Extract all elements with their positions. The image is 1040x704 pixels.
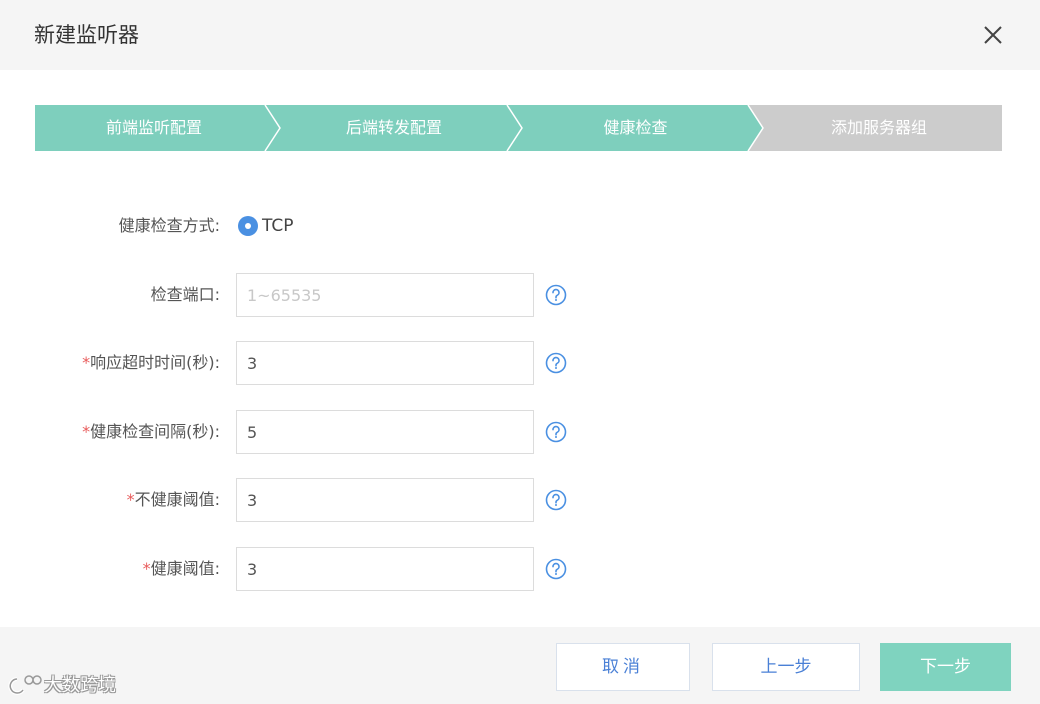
required-mark: * xyxy=(82,353,91,372)
step-health-check: 健康检查 xyxy=(603,118,668,137)
check-port-label: 检查端口: xyxy=(150,285,220,304)
question-circle-icon xyxy=(545,558,567,580)
row-response-timeout: *响应超时时间(秒): xyxy=(0,341,1040,385)
check-interval-label: *健康检查间隔(秒): xyxy=(82,410,220,454)
step-add-server-group: 添加服务器组 xyxy=(830,118,927,137)
close-button[interactable] xyxy=(978,20,1008,50)
healthy-threshold-input[interactable] xyxy=(236,547,534,591)
previous-step-button[interactable]: 上一步 xyxy=(712,643,860,691)
help-button-check-interval[interactable] xyxy=(545,421,567,443)
watermark-logo-icon xyxy=(8,675,42,695)
healthy-threshold-label-text: 健康阈值: xyxy=(150,559,220,578)
help-button-unhealthy-threshold[interactable] xyxy=(545,489,567,511)
dialog-title: 新建监听器 xyxy=(34,23,139,47)
question-circle-icon xyxy=(545,284,567,306)
required-mark: * xyxy=(82,422,91,441)
close-icon xyxy=(984,26,1002,44)
step-progress-bar: 前端监听配置 后端转发配置 健康检查 添加服务器组 xyxy=(35,105,1002,151)
check-interval-label-text: 健康检查间隔(秒): xyxy=(90,422,220,441)
unhealthy-threshold-label: *不健康阈值: xyxy=(127,478,220,522)
tcp-radio[interactable]: TCP xyxy=(238,204,294,248)
check-method-label: 健康检查方式: xyxy=(118,216,220,235)
tcp-radio-label: TCP xyxy=(262,216,294,236)
response-timeout-label-text: 响应超时时间(秒): xyxy=(90,353,220,372)
step-frontend-listener: 前端监听配置 xyxy=(105,118,202,137)
row-check-interval: *健康检查间隔(秒): xyxy=(0,410,1040,454)
row-check-method: 健康检查方式: TCP xyxy=(0,204,1040,248)
unhealthy-threshold-input[interactable] xyxy=(236,478,534,522)
step-backend-forward: 后端转发配置 xyxy=(345,118,442,137)
help-button-healthy-threshold[interactable] xyxy=(545,558,567,580)
watermark-text: 大数跨境 xyxy=(44,675,116,696)
response-timeout-input[interactable] xyxy=(236,341,534,385)
help-button-check-port[interactable] xyxy=(545,284,567,306)
healthy-threshold-label: *健康阈值: xyxy=(143,547,220,591)
watermark: 大数跨境 xyxy=(8,672,116,696)
question-circle-icon xyxy=(545,489,567,511)
question-circle-icon xyxy=(545,352,567,374)
row-healthy-threshold: *健康阈值: xyxy=(0,547,1040,591)
row-check-port: 检查端口: xyxy=(0,273,1040,317)
help-button-response-timeout[interactable] xyxy=(545,352,567,374)
radio-selected-icon xyxy=(238,216,258,236)
row-unhealthy-threshold: *不健康阈值: xyxy=(0,478,1040,522)
check-port-input[interactable] xyxy=(236,273,534,317)
question-circle-icon xyxy=(545,421,567,443)
check-interval-input[interactable] xyxy=(236,410,534,454)
required-mark: * xyxy=(142,559,151,578)
dialog-header: 新建监听器 xyxy=(0,0,1040,70)
create-listener-dialog: 新建监听器 前端监听配置 后端转发配置 健康检查 添加服务器组 健康检查方式: … xyxy=(0,0,1040,704)
next-step-button[interactable]: 下一步 xyxy=(880,643,1011,691)
response-timeout-label: *响应超时时间(秒): xyxy=(82,341,220,385)
dialog-footer: 取消 上一步 下一步 xyxy=(0,627,1040,704)
cancel-button[interactable]: 取消 xyxy=(556,643,690,691)
required-mark: * xyxy=(126,490,135,509)
unhealthy-threshold-label-text: 不健康阈值: xyxy=(134,490,220,509)
